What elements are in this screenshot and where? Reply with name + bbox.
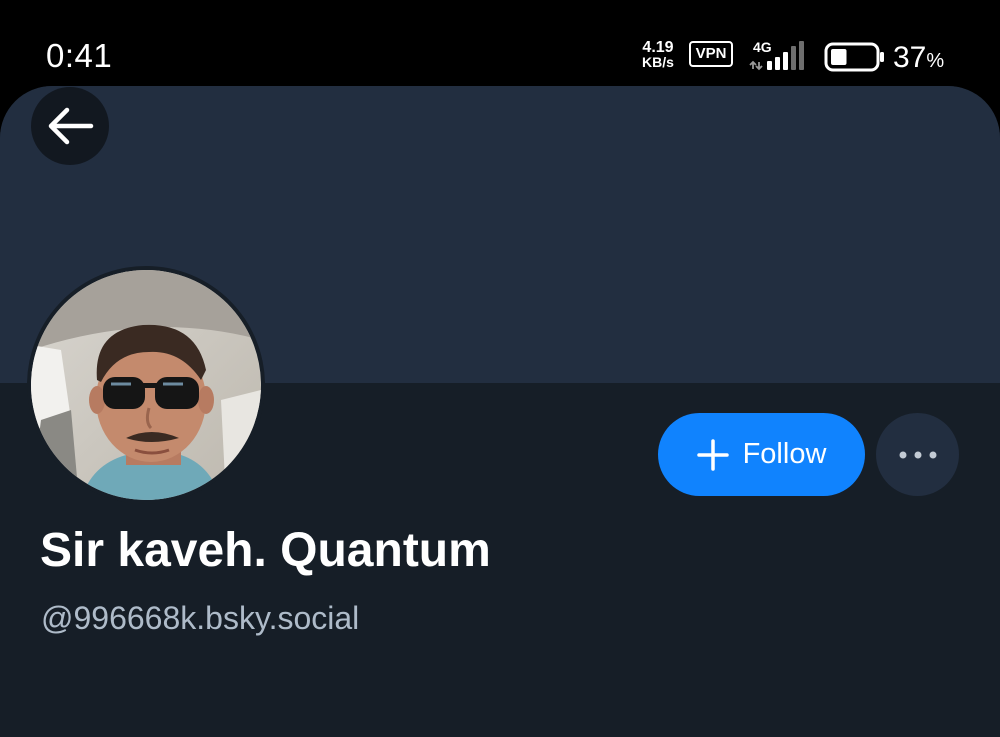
cellular-signal-icon: 4G [749,39,804,71]
network-speed-value: 4.19 [642,39,674,56]
phone-screen: 0:41 4.19 KB/s VPN 4G 37% Follow Sir kav… [0,0,1000,737]
status-bar: 0:41 4.19 KB/s VPN 4G 37% [0,0,1000,86]
profile-handle: @996668k.bsky.social [41,600,360,636]
more-options-button[interactable] [876,413,959,496]
plus-icon [696,438,729,471]
follow-button-label: Follow [742,438,827,470]
profile-display-name: Sir kaveh. Quantum [40,524,491,577]
battery-percentage: 37% [893,38,944,81]
battery-percentage-sign: % [926,50,945,72]
arrow-left-icon [48,107,94,145]
ellipsis-icon [899,451,936,458]
network-speed-unit: KB/s [642,54,674,70]
avatar[interactable] [31,270,261,500]
network-speed: 4.19 KB/s [638,40,678,70]
follow-button[interactable]: Follow [658,413,865,496]
network-type-label: 4G [753,39,772,55]
profile-screen: Follow Sir kaveh. Quantum @996668k.bsky.… [0,86,1000,737]
avatar-container [27,266,265,504]
vpn-icon: VPN [689,41,733,67]
status-time: 0:41 [46,37,113,74]
avatar-photo [31,270,261,500]
battery-icon [824,42,884,72]
back-button[interactable] [31,87,109,165]
battery-percentage-value: 37 [893,41,927,74]
